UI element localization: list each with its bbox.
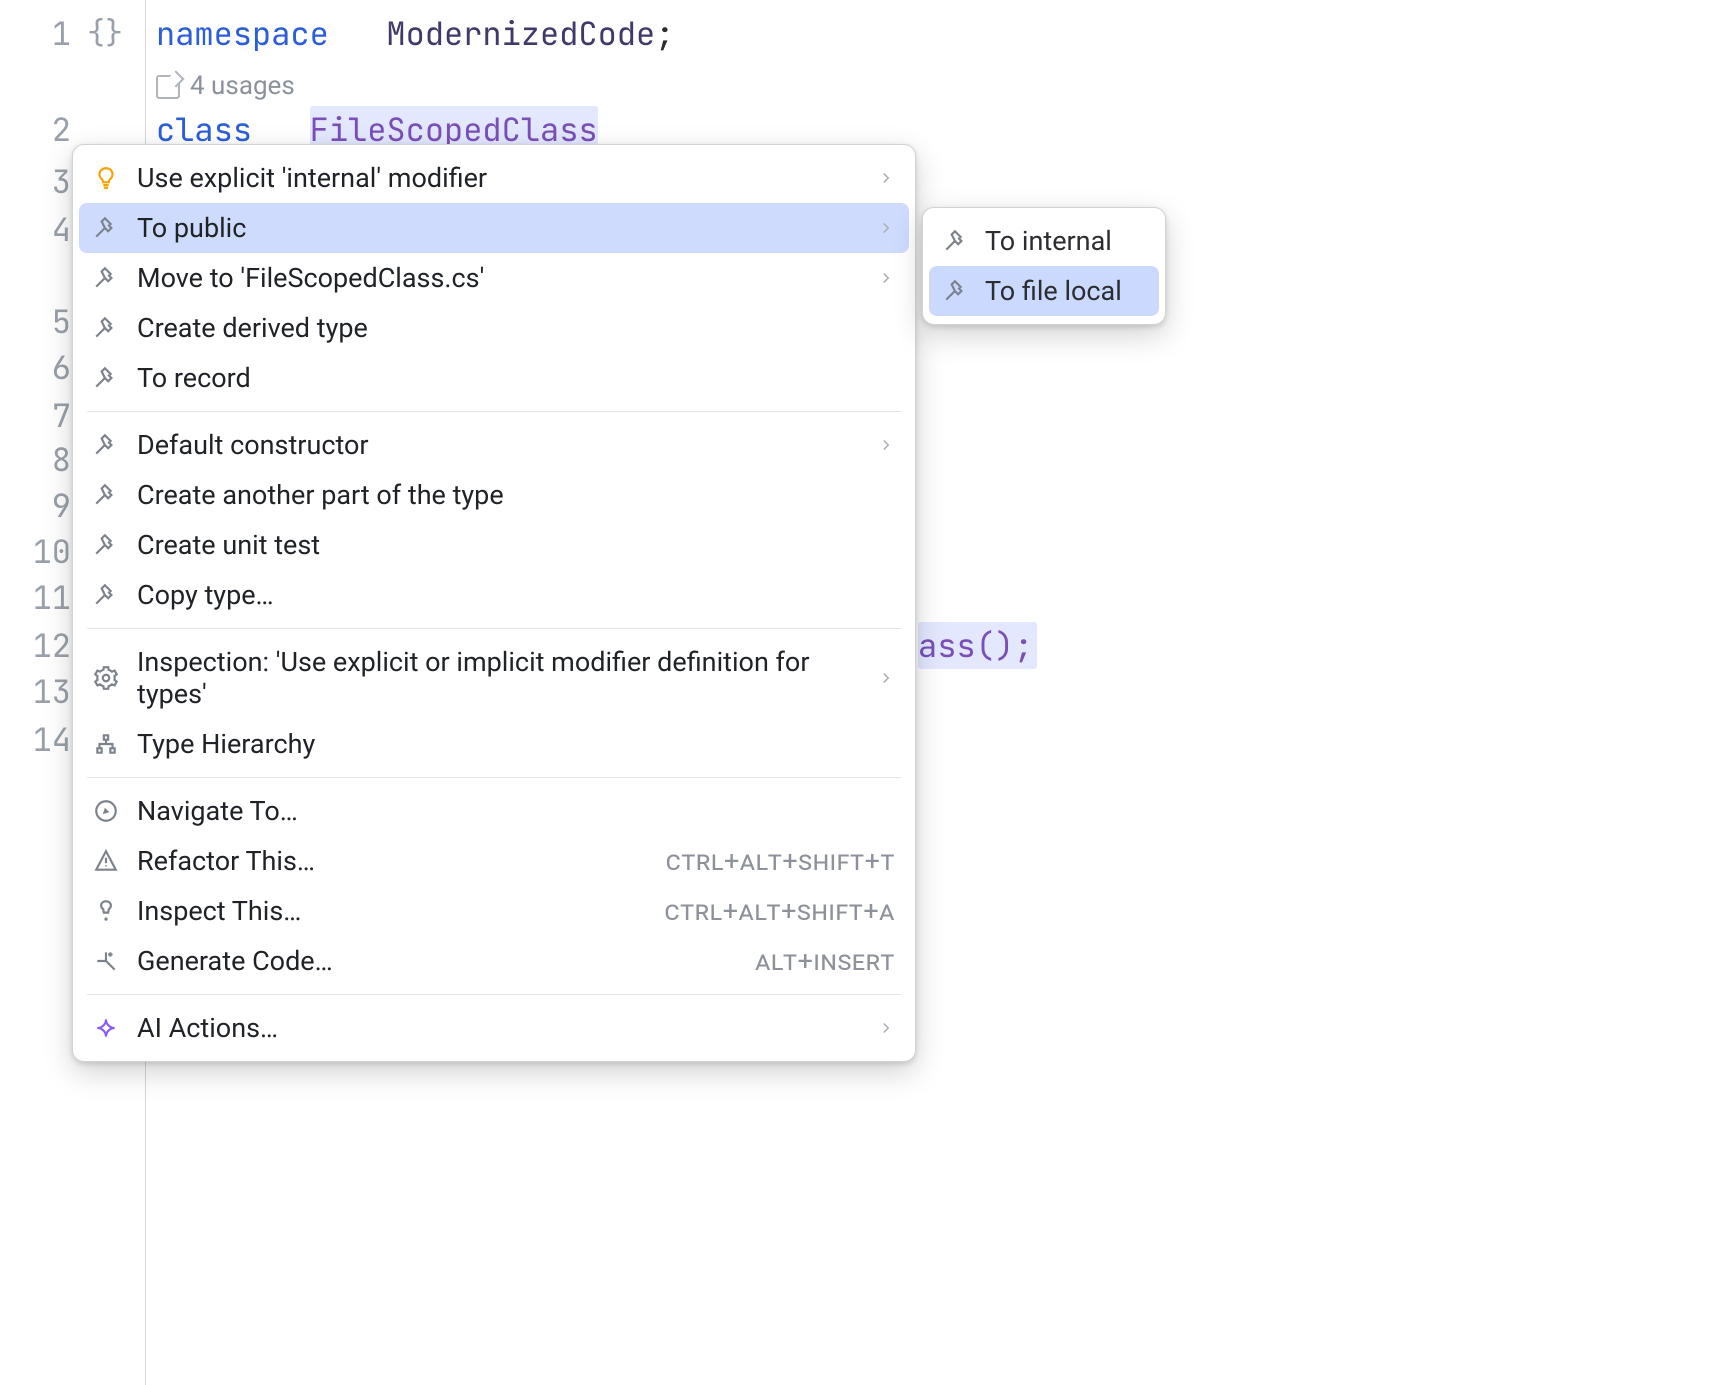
- hammer-icon: [93, 215, 119, 241]
- menu-item[interactable]: Create derived type: [79, 303, 909, 353]
- inspect-icon: [93, 898, 119, 924]
- submenu-item-label: To file local: [985, 275, 1122, 307]
- menu-item-label: Inspection: 'Use explicit or implicit mo…: [137, 646, 859, 710]
- menu-item-icon: [93, 482, 119, 508]
- compass-icon: [93, 798, 119, 824]
- semicolon: ;: [655, 12, 674, 55]
- hammer-icon: [93, 365, 119, 391]
- menu-item[interactable]: Generate Code… Alt+Insert: [79, 936, 909, 986]
- code-fragment: ass();: [918, 622, 1037, 669]
- gear-icon: [93, 665, 119, 691]
- intention-submenu[interactable]: To internal To file local: [922, 207, 1166, 325]
- hammer-icon: [93, 482, 119, 508]
- menu-item-icon: [93, 315, 119, 341]
- menu-item-label: To public: [137, 212, 859, 244]
- intention-popup[interactable]: Use explicit 'internal' modifier To publi…: [72, 144, 916, 1062]
- ai-icon: [93, 1015, 119, 1041]
- menu-item-label: Create another part of the type: [137, 479, 895, 511]
- hammer-icon: [943, 278, 969, 304]
- chevron-right-icon: [877, 669, 895, 687]
- submenu-item[interactable]: To internal: [929, 216, 1159, 266]
- menu-item-label: Create derived type: [137, 312, 895, 344]
- menu-item[interactable]: Copy type…: [79, 570, 909, 620]
- usages-icon: [156, 75, 180, 99]
- menu-item-icon: [93, 948, 119, 974]
- menu-item-label: Generate Code…: [137, 945, 737, 977]
- submenu-item-icon: [943, 228, 969, 254]
- menu-item[interactable]: Use explicit 'internal' modifier: [79, 153, 909, 203]
- menu-item-label: Navigate To…: [137, 795, 895, 827]
- hammer-icon: [943, 228, 969, 254]
- hammer-icon: [93, 432, 119, 458]
- line-number: 14: [11, 710, 71, 771]
- menu-item-icon: [93, 731, 119, 757]
- menu-item-label: Create unit test: [137, 529, 895, 561]
- namespace-name: ModernizedCode: [386, 12, 655, 55]
- menu-item[interactable]: Inspection: 'Use explicit or implicit mo…: [79, 637, 909, 719]
- menu-item[interactable]: Type Hierarchy: [79, 719, 909, 769]
- line-number: 4: [11, 200, 71, 261]
- menu-item[interactable]: Refactor This… Ctrl+Alt+Shift+T: [79, 836, 909, 886]
- menu-item[interactable]: Inspect This… Ctrl+Alt+Shift+A: [79, 886, 909, 936]
- menu-item[interactable]: Navigate To…: [79, 786, 909, 836]
- menu-item-label: Default constructor: [137, 429, 859, 461]
- generate-icon: [93, 948, 119, 974]
- menu-item-shortcut: Ctrl+Alt+Shift+T: [666, 845, 895, 877]
- menu-item-icon: [93, 1015, 119, 1041]
- menu-item[interactable]: To record: [79, 353, 909, 403]
- menu-item-icon: [93, 582, 119, 608]
- menu-item-icon: [93, 432, 119, 458]
- menu-item-icon: [93, 165, 119, 191]
- menu-item-shortcut: Ctrl+Alt+Shift+A: [664, 895, 895, 927]
- menu-item[interactable]: Create unit test: [79, 520, 909, 570]
- menu-item-label: Inspect This…: [137, 895, 646, 927]
- chevron-right-icon: [877, 169, 895, 187]
- code-line[interactable]: namespace ModernizedCode;: [156, 4, 1717, 65]
- fold-glyph-icon[interactable]: {}: [87, 4, 123, 61]
- menu-item-label: AI Actions…: [137, 1012, 859, 1044]
- menu-item-label: Move to 'FileScopedClass.cs': [137, 262, 859, 294]
- menu-item-label: Refactor This…: [137, 845, 648, 877]
- code-line-fragment[interactable]: ass();: [918, 616, 1717, 677]
- menu-item-label: To record: [137, 362, 895, 394]
- hammer-icon: [93, 532, 119, 558]
- submenu-item[interactable]: To file local: [929, 266, 1159, 316]
- chevron-right-icon: [877, 219, 895, 237]
- menu-item-icon: [93, 265, 119, 291]
- hammer-icon: [93, 265, 119, 291]
- menu-item-label: Type Hierarchy: [137, 728, 895, 760]
- line-number: 1: [11, 4, 71, 65]
- submenu-item-label: To internal: [985, 225, 1112, 257]
- menu-item-icon: [93, 798, 119, 824]
- menu-item-icon: [93, 532, 119, 558]
- chevron-right-icon: [877, 436, 895, 454]
- menu-item-icon: [93, 898, 119, 924]
- refactor-icon: [93, 848, 119, 874]
- bulb-icon: [93, 165, 119, 191]
- menu-item-icon: [93, 848, 119, 874]
- menu-item-icon: [93, 665, 119, 691]
- menu-item-label: Use explicit 'internal' modifier: [137, 162, 859, 194]
- hierarchy-icon: [93, 731, 119, 757]
- hammer-icon: [93, 315, 119, 341]
- menu-item-label: Copy type…: [137, 579, 895, 611]
- menu-item[interactable]: Create another part of the type: [79, 470, 909, 520]
- submenu-item-icon: [943, 278, 969, 304]
- chevron-right-icon: [877, 269, 895, 287]
- keyword-namespace: namespace: [156, 12, 329, 55]
- chevron-right-icon: [877, 1019, 895, 1037]
- menu-item[interactable]: AI Actions…: [79, 1003, 909, 1053]
- menu-item-icon: [93, 365, 119, 391]
- menu-item[interactable]: Move to 'FileScopedClass.cs': [79, 253, 909, 303]
- menu-item[interactable]: To public: [79, 203, 909, 253]
- menu-item-shortcut: Alt+Insert: [755, 945, 895, 977]
- menu-item-icon: [93, 215, 119, 241]
- menu-item[interactable]: Default constructor: [79, 420, 909, 470]
- hammer-icon: [93, 582, 119, 608]
